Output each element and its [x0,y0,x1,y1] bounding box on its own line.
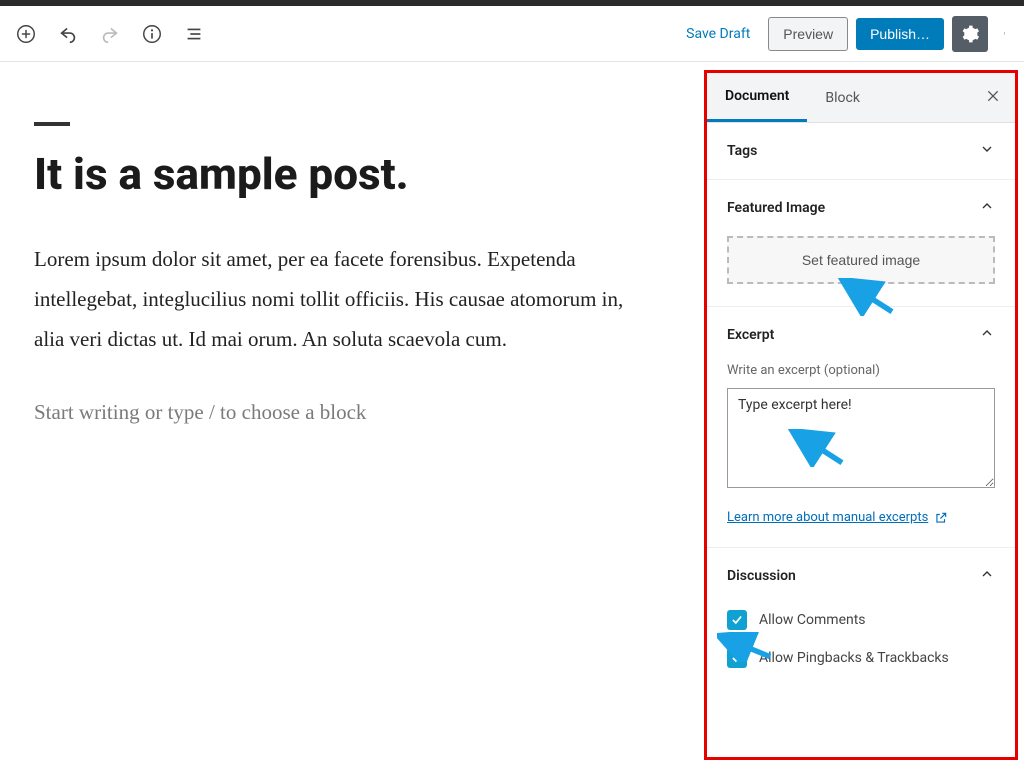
excerpt-label: Write an excerpt (optional) [727,363,995,378]
excerpt-learn-more-link[interactable]: Learn more about manual excerpts [727,510,948,525]
check-icon [730,651,744,665]
panel-discussion-body: Allow Comments Allow Pingbacks & Trackba… [707,610,1015,700]
post-body[interactable]: Lorem ipsum dolor sit amet, per ea facet… [34,240,654,360]
add-block-button[interactable] [8,16,44,52]
allow-pingbacks-checkbox[interactable] [727,648,747,668]
tab-block[interactable]: Block [807,73,878,122]
toolbar-left-group [8,16,212,52]
chevron-up-icon [979,566,995,586]
chevron-up-icon [979,198,995,218]
info-icon [141,23,163,45]
undo-button[interactable] [50,16,86,52]
close-icon [985,88,1001,104]
excerpt-learn-more-text: Learn more about manual excerpts [727,510,928,525]
gear-icon [960,24,980,44]
chevron-up-icon [979,325,995,345]
set-featured-image-button[interactable]: Set featured image [727,236,995,284]
save-draft-button[interactable]: Save Draft [676,20,760,48]
panel-tags-title: Tags [727,143,757,159]
title-handle [34,122,70,126]
block-placeholder[interactable]: Start writing or type / to choose a bloc… [34,400,670,425]
allow-pingbacks-row: Allow Pingbacks & Trackbacks [727,648,995,668]
editor-toolbar: Save Draft Preview Publish… [0,6,1024,62]
panel-featured-image-toggle[interactable]: Featured Image [707,180,1015,236]
panel-discussion-title: Discussion [727,568,796,584]
panel-excerpt-body: Write an excerpt (optional) Learn more a… [707,363,1015,547]
settings-button[interactable] [952,16,988,52]
panel-discussion-toggle[interactable]: Discussion [707,548,1015,604]
post-title[interactable]: It is a sample post. [34,148,670,200]
allow-comments-row: Allow Comments [727,610,995,630]
redo-icon [99,23,121,45]
allow-comments-checkbox[interactable] [727,610,747,630]
info-button[interactable] [134,16,170,52]
undo-icon [57,23,79,45]
chevron-down-icon [979,141,995,161]
settings-sidebar: Document Block Tags Featured Image [704,70,1018,760]
panel-featured-image-title: Featured Image [727,200,825,216]
panel-featured-image: Featured Image Set featured image [707,180,1015,307]
panel-featured-image-body: Set featured image [707,236,1015,306]
excerpt-textarea[interactable] [727,388,995,488]
editor-layout: It is a sample post. Lorem ipsum dolor s… [0,62,1024,768]
panel-excerpt: Excerpt Write an excerpt (optional) Lear… [707,307,1015,548]
redo-button[interactable] [92,16,128,52]
editor-canvas[interactable]: It is a sample post. Lorem ipsum dolor s… [0,62,704,768]
check-icon [730,613,744,627]
panel-excerpt-toggle[interactable]: Excerpt [707,307,1015,363]
external-link-icon [934,511,948,525]
more-options-button[interactable] [996,16,1016,52]
allow-comments-label: Allow Comments [759,612,866,628]
preview-button[interactable]: Preview [768,17,848,51]
more-vertical-icon [1004,25,1008,43]
panel-tags: Tags [707,123,1015,180]
toolbar-right-group: Save Draft Preview Publish… [676,16,1016,52]
sidebar-tabs: Document Block [707,73,1015,123]
outline-button[interactable] [176,16,212,52]
panel-discussion: Discussion Allow Comments [707,548,1015,700]
list-icon [183,23,205,45]
panel-excerpt-title: Excerpt [727,327,774,343]
panel-tags-toggle[interactable]: Tags [707,123,1015,179]
allow-pingbacks-label: Allow Pingbacks & Trackbacks [759,650,949,666]
tab-document[interactable]: Document [707,73,807,122]
plus-circle-icon [15,23,37,45]
publish-button[interactable]: Publish… [856,18,944,50]
sidebar-close-button[interactable] [985,88,1015,108]
